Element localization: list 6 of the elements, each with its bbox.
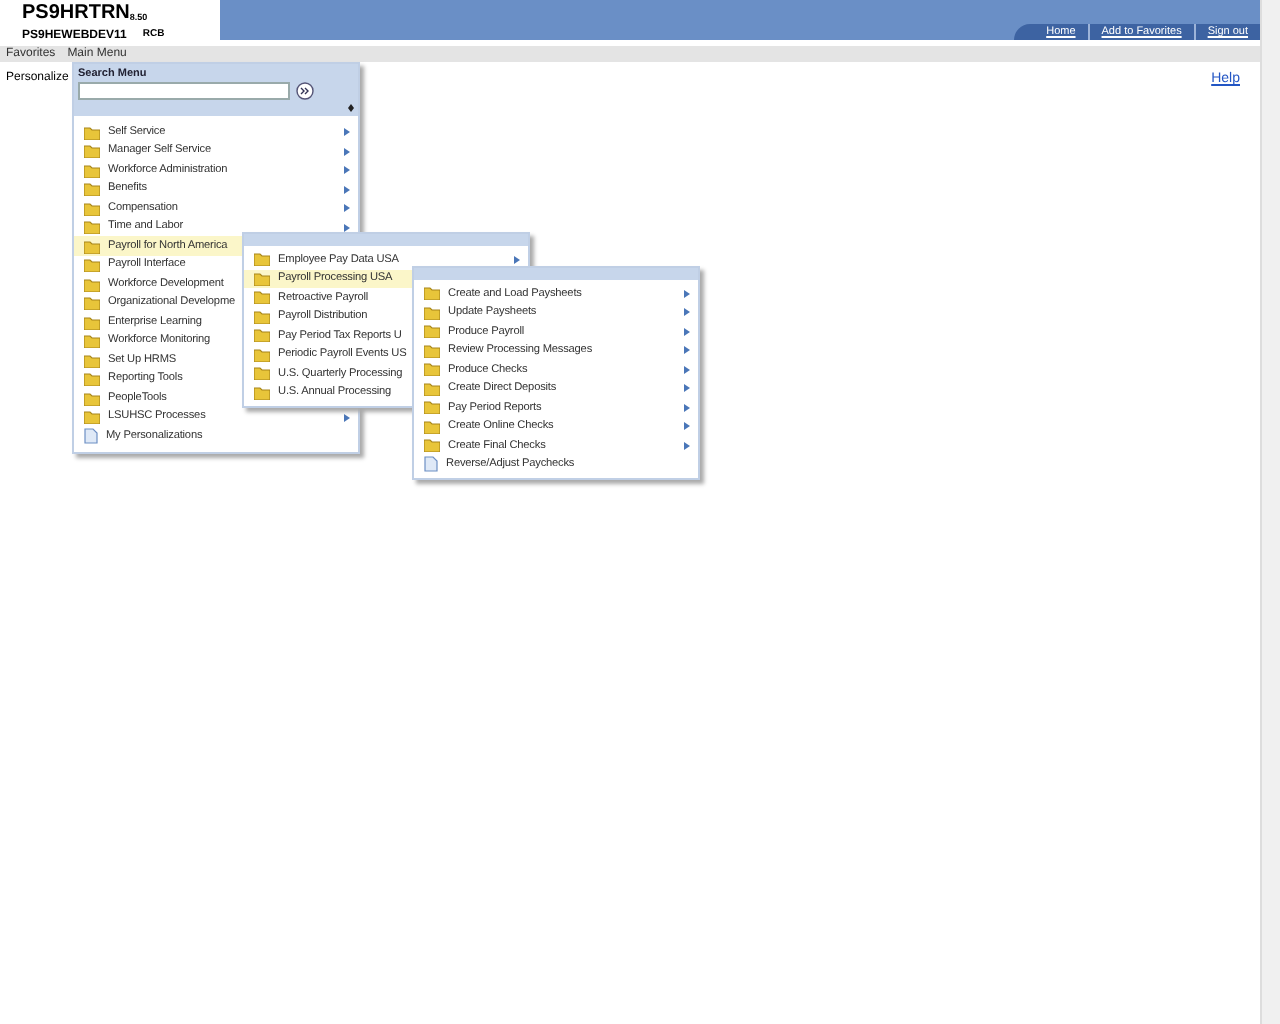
search-go-icon[interactable]	[296, 82, 314, 101]
search-field[interactable]	[78, 82, 290, 101]
document-icon	[84, 428, 98, 444]
app-title: PS9HRTRN	[22, 2, 130, 26]
document-icon	[424, 456, 438, 473]
scroll-up-icon[interactable]	[348, 104, 354, 113]
